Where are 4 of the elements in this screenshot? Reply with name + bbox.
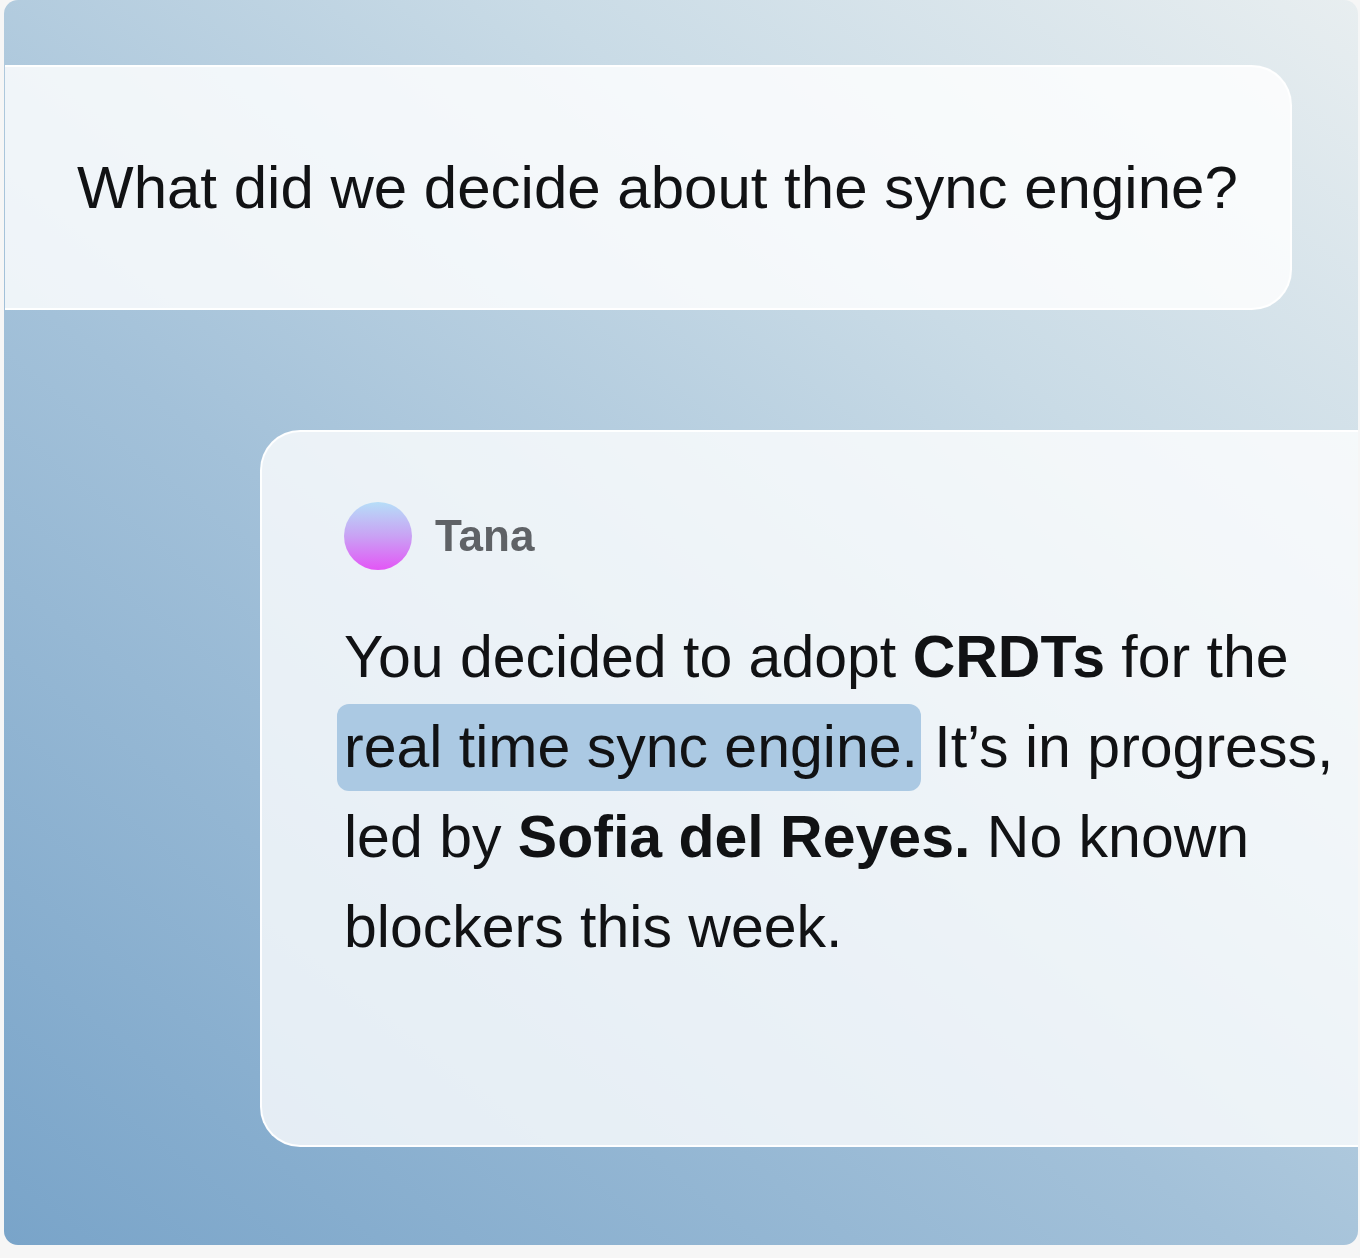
avatar-icon [344, 502, 412, 570]
answer-text: You decided to adopt CRDTs for the real time sync engine. It’s in progress, led by Sofia del Reyes. No known blockers this week. [337, 612, 1354, 972]
sender-name: Tana [435, 510, 535, 562]
question-text: What did we decide about the sync engine? [77, 152, 1238, 223]
